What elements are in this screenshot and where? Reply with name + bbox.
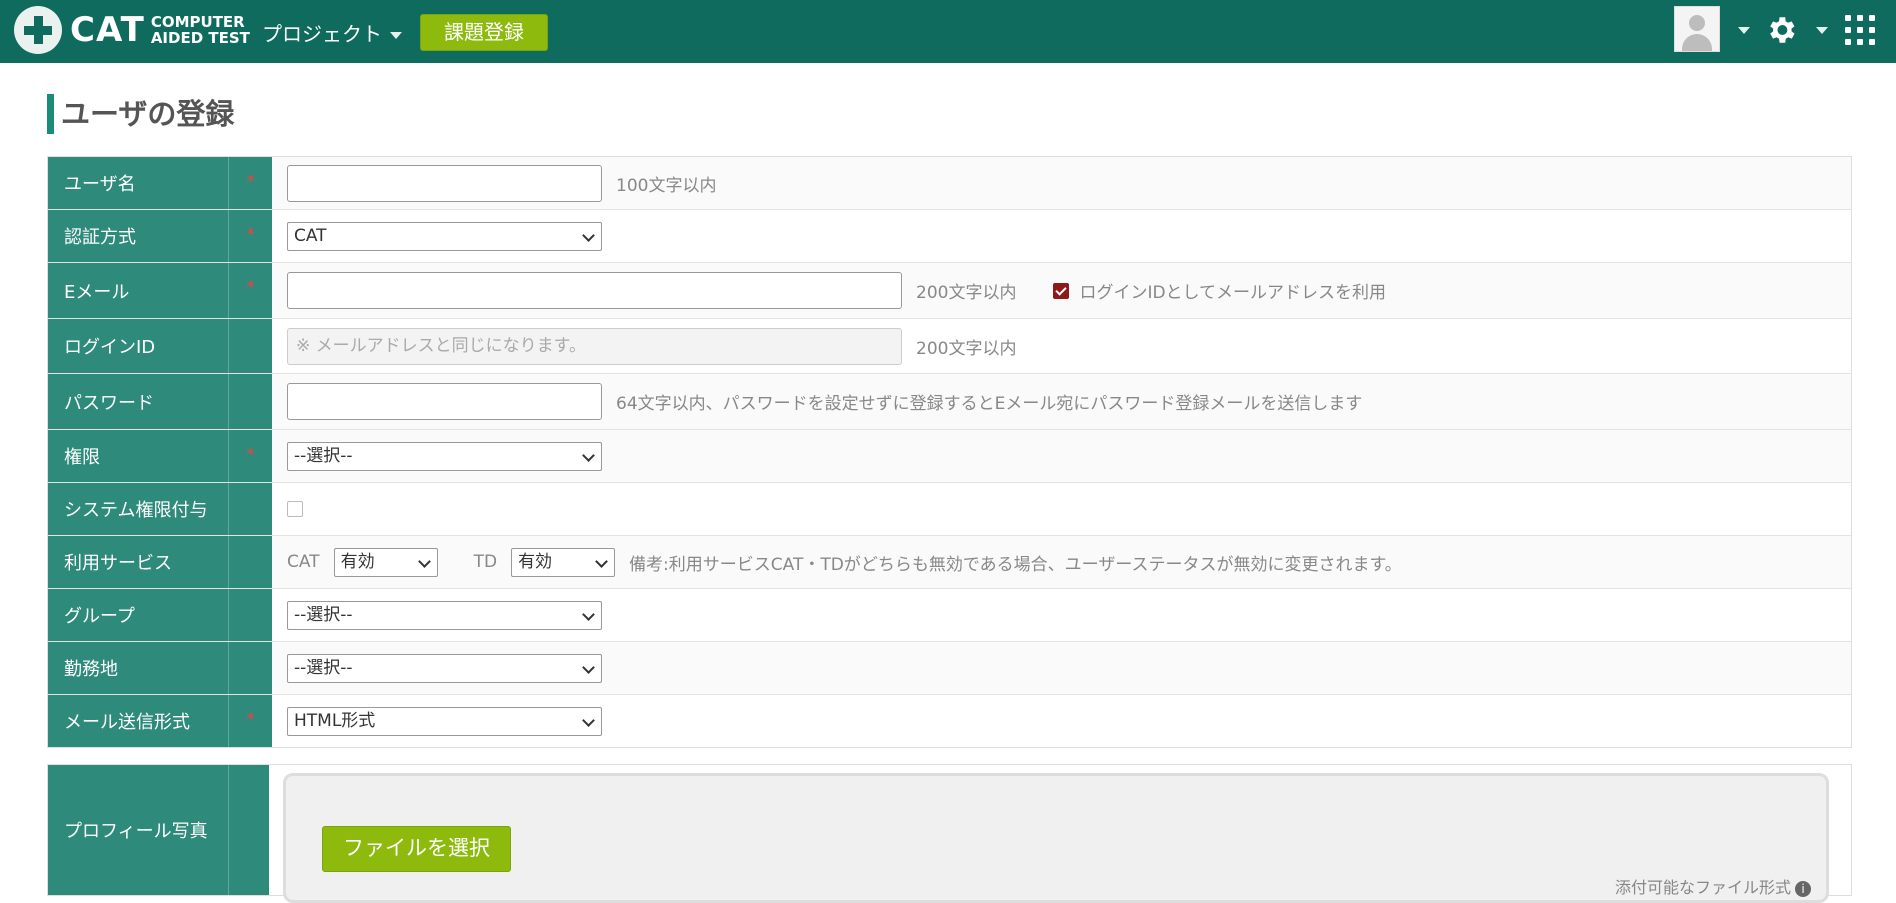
required-mark: * xyxy=(229,157,272,209)
use-email-as-login-checkbox[interactable] xyxy=(1053,282,1070,299)
required-mark: * xyxy=(229,210,272,262)
password-label: パスワード xyxy=(48,374,229,429)
register-issue-button[interactable]: 課題登録 xyxy=(420,14,548,51)
row-auth: 認証方式 * CAT xyxy=(48,210,1851,263)
required-mark-empty xyxy=(229,765,269,895)
username-input[interactable] xyxy=(287,164,602,202)
logo-subtext-line1: COMPUTER xyxy=(150,13,245,31)
auth-select[interactable]: CAT xyxy=(287,221,602,251)
required-mark: * xyxy=(229,695,272,747)
choose-file-button[interactable]: ファイルを選択 xyxy=(322,826,511,872)
mail-format-select[interactable]: HTML形式 xyxy=(287,706,602,736)
password-input[interactable] xyxy=(287,383,602,420)
required-mark-empty xyxy=(229,374,272,429)
group-label: グループ xyxy=(48,589,229,641)
file-drop-area[interactable]: ファイルを選択 添付可能なファイル形式 i xyxy=(283,773,1829,903)
group-select[interactable]: --選択-- xyxy=(287,600,602,630)
role-label: 権限 xyxy=(48,430,229,482)
project-menu[interactable]: プロジェクト xyxy=(262,18,402,47)
required-mark-empty xyxy=(229,319,272,373)
required-mark-empty xyxy=(229,536,272,588)
row-password: パスワード 64文字以内、パスワードを設定せずに登録するとEメール宛にパスワード… xyxy=(48,374,1851,430)
row-username: ユーザ名 * 100文字以内 xyxy=(48,157,1851,210)
service-td-label: TD xyxy=(473,552,498,572)
settings-chevron-icon[interactable] xyxy=(1816,27,1828,34)
role-select[interactable]: --選択-- xyxy=(287,441,602,471)
logo-cross-icon xyxy=(14,6,62,54)
required-mark-empty xyxy=(229,589,272,641)
login-id-label: ログインID xyxy=(48,319,229,373)
logo-subtext-line2: AIDED TEST xyxy=(150,29,250,47)
row-group: グループ --選択-- xyxy=(48,589,1851,642)
system-role-checkbox[interactable] xyxy=(287,501,303,517)
required-mark: * xyxy=(229,430,272,482)
login-id-input: ※ メールアドレスと同じになります。 xyxy=(287,327,902,365)
workplace-select[interactable]: --選択-- xyxy=(287,653,602,683)
row-login-id: ログインID ※ メールアドレスと同じになります。 200文字以内 xyxy=(48,319,1851,374)
password-hint: 64文字以内、パスワードを設定せずに登録するとEメール宛にパスワード登録メールを… xyxy=(616,394,1363,414)
services-note: 備考:利用サービスCAT・TDがどちらも無効である場合、ユーザーステータスが無効… xyxy=(629,554,1402,575)
chevron-down-icon xyxy=(390,32,402,39)
info-icon[interactable]: i xyxy=(1795,880,1811,897)
row-workplace: 勤務地 --選択-- xyxy=(48,642,1851,695)
app-logo[interactable]: CAT COMPUTER AIDED TEST xyxy=(14,6,250,54)
email-hint: 200文字以内 xyxy=(916,283,1017,303)
services-label: 利用サービス xyxy=(48,536,229,588)
avatar-head-icon xyxy=(1689,15,1705,31)
row-role: 権限 * --選択-- xyxy=(48,430,1851,483)
project-menu-label: プロジェクト xyxy=(262,22,382,46)
file-format-note-text: 添付可能なファイル形式 xyxy=(1614,878,1791,897)
user-menu-chevron-icon[interactable] xyxy=(1738,27,1750,34)
username-hint: 100文字以内 xyxy=(616,175,717,196)
page-title: ユーザの登録 xyxy=(47,94,234,134)
login-id-hint: 200文字以内 xyxy=(916,338,1017,359)
row-email: Eメール * 200文字以内 ログインIDとしてメールアドレスを利用 xyxy=(48,263,1851,319)
logo-text: CAT xyxy=(70,10,145,50)
username-label: ユーザ名 xyxy=(48,157,229,209)
user-register-form: ユーザ名 * 100文字以内 認証方式 * CAT Eメール * 200文字以内… xyxy=(47,156,1852,748)
workplace-label: 勤務地 xyxy=(48,642,229,694)
gear-icon[interactable] xyxy=(1764,13,1798,47)
row-services: 利用サービス CAT 有効 TD 有効 備考:利用サービスCAT・TDがどちらも… xyxy=(48,536,1851,589)
required-mark: * xyxy=(229,263,272,318)
file-format-note: 添付可能なファイル形式 i xyxy=(1615,874,1811,898)
profile-photo-section: プロフィール写真 ファイルを選択 添付可能なファイル形式 i xyxy=(47,764,1852,903)
service-td-select[interactable]: 有効 xyxy=(511,547,616,577)
row-mail-format: メール送信形式 * HTML形式 xyxy=(48,695,1851,747)
top-navbar: CAT COMPUTER AIDED TEST プロジェクト 課題登録 xyxy=(0,0,1896,63)
mail-format-label: メール送信形式 xyxy=(48,695,229,747)
email-label: Eメール xyxy=(48,263,229,318)
row-system-role: システム権限付与 xyxy=(48,483,1851,536)
system-role-label: システム権限付与 xyxy=(48,483,229,535)
service-cat-label: CAT xyxy=(287,552,320,572)
use-email-as-login-label: ログインIDとしてメールアドレスを利用 xyxy=(1079,283,1387,303)
auth-label: 認証方式 xyxy=(48,210,229,262)
user-avatar[interactable] xyxy=(1674,6,1720,52)
app-grid-icon[interactable] xyxy=(1845,15,1875,45)
required-mark-empty xyxy=(229,642,272,694)
service-cat-select[interactable]: 有効 xyxy=(333,547,438,577)
email-input[interactable] xyxy=(287,272,902,309)
avatar-body-icon xyxy=(1682,34,1712,51)
profile-photo-label: プロフィール写真 xyxy=(48,765,229,895)
logo-subtext: COMPUTER AIDED TEST xyxy=(151,14,250,46)
required-mark-empty xyxy=(229,483,272,535)
